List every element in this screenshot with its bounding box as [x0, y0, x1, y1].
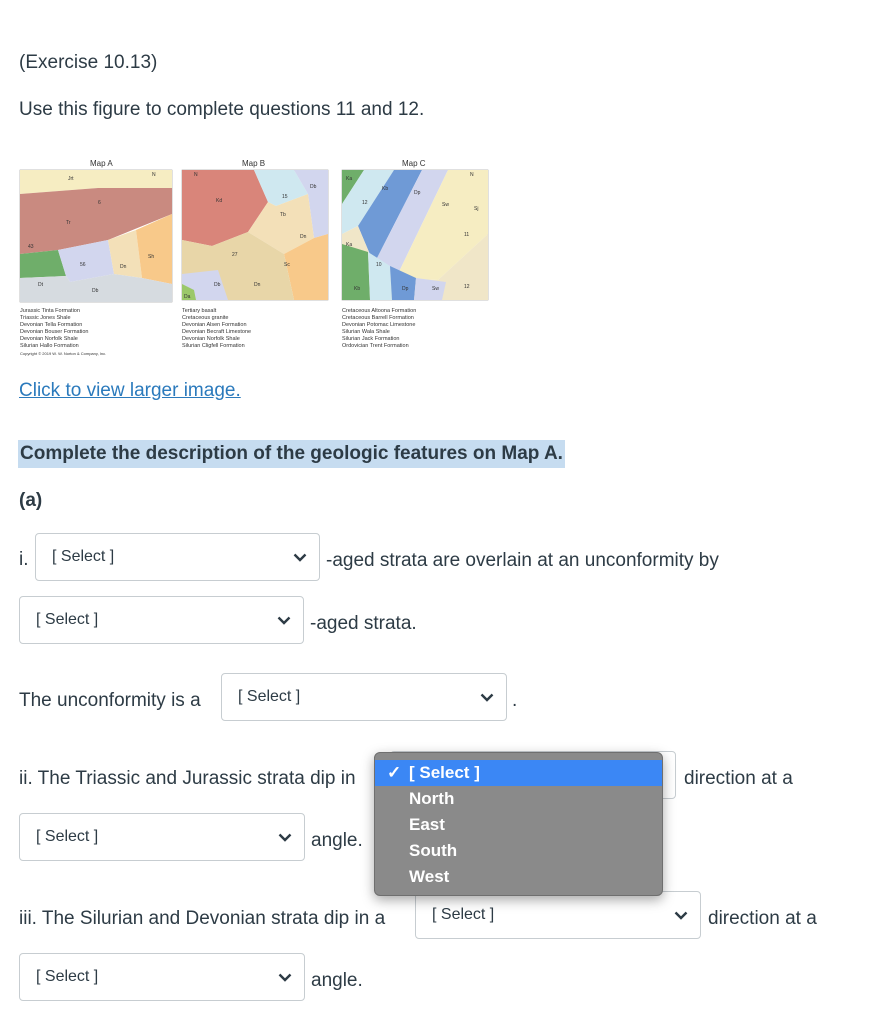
map-b: Map B Kd 15 Db Tb Dn 27 Sc Db Dn Da N [181, 159, 329, 301]
chevron-down-icon [476, 686, 498, 708]
select-value: [ Select ] [36, 828, 99, 845]
map-c: Map C Ka Kb Dp Sw Sj 12 11 Ka 10 Kb Dp S… [341, 159, 489, 301]
svg-text:Tb: Tb [280, 212, 286, 218]
chevron-down-icon [670, 904, 692, 926]
svg-text:N: N [152, 172, 156, 178]
part-label: (a) [19, 490, 43, 511]
legend-map-c: Cretaceous Altoona Formation Cretaceous … [342, 308, 417, 349]
dip-direction-dropdown-menu[interactable]: ✓[ Select ] North East South West [374, 752, 663, 896]
dropdown-option-south[interactable]: South [375, 838, 662, 864]
svg-text:Db: Db [310, 184, 317, 190]
view-larger-image-link[interactable]: Click to view larger image. [19, 380, 241, 402]
svg-text:6: 6 [98, 200, 101, 206]
svg-text:11: 11 [464, 232, 469, 238]
dropdown-option-select[interactable]: ✓[ Select ] [375, 760, 662, 786]
select-value: [ Select ] [238, 688, 301, 705]
select-sd-dip-direction[interactable]: [ Select ] [415, 891, 701, 939]
select-value: [ Select ] [52, 548, 115, 565]
exercise-label: (Exercise 10.13) [19, 52, 158, 73]
dropdown-option-west[interactable]: West [375, 864, 662, 890]
svg-text:27: 27 [232, 252, 238, 258]
svg-text:Db: Db [92, 288, 99, 294]
section-heading: Complete the description of the geologic… [18, 440, 565, 468]
chevron-down-icon [273, 609, 295, 631]
svg-text:Kb: Kb [382, 186, 388, 192]
select-value: [ Select ] [36, 968, 99, 985]
question-i-marker: i. [19, 549, 29, 570]
svg-text:Sj: Sj [474, 206, 478, 212]
map-b-title: Map B [242, 159, 265, 168]
unconformity-text: The unconformity is a [19, 690, 201, 711]
svg-text:Dt: Dt [38, 282, 44, 288]
geologic-maps-figure[interactable]: Map A Jrt Tr 6 43 56 Dn Sh Dt Db N Map B [18, 154, 496, 376]
question-i-text1: -aged strata are overlain at an unconfor… [326, 550, 719, 571]
svg-text:Dn: Dn [254, 282, 261, 288]
svg-text:Kd: Kd [216, 198, 222, 204]
svg-text:Sw: Sw [442, 202, 449, 208]
svg-text:Jrt: Jrt [68, 176, 74, 182]
question-i-text2: -aged strata. [310, 613, 417, 634]
chevron-down-icon [274, 966, 296, 988]
svg-text:Db: Db [214, 282, 221, 288]
svg-text:Ka: Ka [346, 242, 352, 248]
svg-text:Da: Da [184, 294, 191, 300]
svg-text:12: 12 [464, 284, 470, 290]
svg-text:Kb: Kb [354, 286, 360, 292]
select-older-strata-age[interactable]: [ Select ] [35, 533, 320, 581]
unconformity-period: . [512, 690, 518, 711]
select-value: [ Select ] [36, 611, 99, 628]
dropdown-option-east[interactable]: East [375, 812, 662, 838]
svg-text:Sw: Sw [432, 286, 439, 292]
question-iii-text2: direction at a [708, 908, 817, 929]
svg-text:56: 56 [80, 262, 86, 268]
svg-text:N: N [194, 172, 198, 178]
svg-text:Dn: Dn [120, 264, 127, 270]
select-unconformity-type[interactable]: [ Select ] [221, 673, 507, 721]
instruction-text: Use this figure to complete questions 11… [19, 99, 425, 120]
svg-text:N: N [470, 172, 474, 178]
chevron-down-icon [274, 826, 296, 848]
svg-text:Sc: Sc [284, 262, 290, 268]
map-c-title: Map C [402, 159, 426, 168]
select-younger-strata-age[interactable]: [ Select ] [19, 596, 304, 644]
legend-map-b: Tertiary basalt Cretaceous granite Devon… [182, 308, 252, 349]
legend-map-a: Jurassic Tinta Formation Triassic Jones … [20, 308, 107, 356]
svg-text:Tr: Tr [66, 220, 71, 226]
svg-text:Dp: Dp [414, 190, 421, 196]
svg-text:Dn: Dn [300, 234, 307, 240]
question-iii-text3: angle. [311, 970, 363, 991]
select-sd-dip-angle[interactable]: [ Select ] [19, 953, 305, 1001]
svg-text:12: 12 [362, 200, 368, 206]
select-tj-dip-angle[interactable]: [ Select ] [19, 813, 305, 861]
question-iii-text1: iii. The Silurian and Devonian strata di… [19, 908, 386, 929]
map-a: Map A Jrt Tr 6 43 56 Dn Sh Dt Db N [19, 159, 173, 303]
map-a-title: Map A [90, 159, 113, 168]
svg-text:15: 15 [282, 194, 288, 200]
question-ii-text1: ii. The Triassic and Jurassic strata dip… [19, 768, 356, 789]
select-value: [ Select ] [432, 906, 495, 923]
svg-text:43: 43 [28, 244, 34, 250]
dropdown-option-north[interactable]: North [375, 786, 662, 812]
svg-text:Sh: Sh [148, 254, 154, 260]
svg-text:Dp: Dp [402, 286, 409, 292]
chevron-down-icon [289, 546, 311, 568]
svg-text:Ka: Ka [346, 176, 352, 182]
checkmark-icon: ✓ [387, 763, 402, 782]
question-ii-text2: direction at a [684, 768, 793, 789]
question-ii-text3: angle. [311, 830, 363, 851]
svg-text:10: 10 [376, 262, 382, 268]
